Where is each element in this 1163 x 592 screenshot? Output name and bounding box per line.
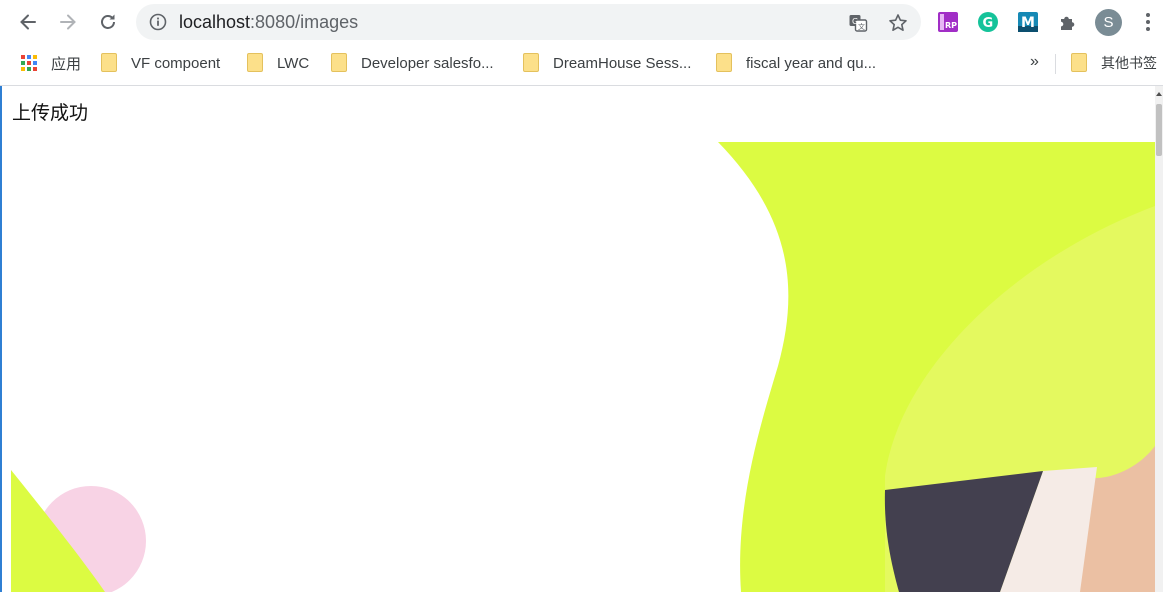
- folder-icon: [101, 52, 117, 72]
- reload-button[interactable]: [93, 7, 123, 37]
- bookmark-label: DreamHouse Sess...: [553, 54, 692, 72]
- m-extension-icon[interactable]: M: [1017, 11, 1039, 33]
- svg-text:RP: RP: [945, 21, 957, 30]
- url-host: localhost: [179, 12, 251, 32]
- bookmarks-overflow-button[interactable]: »: [1030, 53, 1039, 71]
- bookmarks-bar: 应用 VF compoent LWC Developer salesfo... …: [0, 44, 1163, 86]
- other-bookmarks-folder[interactable]: 其他书签: [1071, 52, 1157, 73]
- forward-arrow-icon: [60, 14, 76, 30]
- bookmark-label: VF compoent: [131, 54, 221, 72]
- url-path: :8080/images: [250, 12, 359, 32]
- scroll-up-arrow-icon[interactable]: [1155, 86, 1163, 100]
- bookmark-folder-vf-compoent[interactable]: VF compoent: [101, 52, 221, 73]
- window-left-edge: [0, 86, 2, 592]
- reload-icon: [101, 14, 115, 29]
- uploaded-image: [11, 142, 1155, 592]
- back-arrow-icon: [20, 14, 36, 30]
- bookmark-label: LWC: [277, 54, 310, 72]
- bookmark-folder-dreamhouse[interactable]: DreamHouse Sess...: [523, 52, 692, 73]
- back-button[interactable]: [13, 7, 43, 37]
- bookmark-label: 应用: [51, 55, 82, 73]
- extensions-puzzle-icon[interactable]: [1057, 11, 1079, 33]
- folder-icon: [247, 52, 263, 72]
- bookmark-label: Developer salesfo...: [361, 54, 494, 72]
- svg-text:文: 文: [858, 22, 865, 31]
- grammarly-extension-icon[interactable]: G: [977, 11, 999, 33]
- url-text[interactable]: localhost:8080/images: [179, 12, 358, 33]
- svg-text:M: M: [1021, 15, 1035, 31]
- bookmark-label: fiscal year and qu...: [746, 54, 877, 72]
- folder-icon: [331, 52, 347, 72]
- scrollbar-thumb[interactable]: [1156, 104, 1162, 156]
- axure-rp-extension-icon[interactable]: RP: [937, 11, 959, 33]
- bookmark-star-icon[interactable]: [888, 13, 908, 33]
- site-info-icon[interactable]: [149, 13, 167, 31]
- bookmarks-divider: [1055, 54, 1056, 74]
- folder-icon: [716, 52, 732, 72]
- svg-text:G: G: [983, 16, 994, 31]
- folder-icon: [1071, 52, 1087, 72]
- bookmark-apps[interactable]: 应用: [21, 53, 81, 73]
- apps-grid-icon: [21, 55, 37, 71]
- translate-icon[interactable]: G 文: [848, 13, 868, 33]
- address-bar[interactable]: localhost:8080/images G 文: [136, 4, 921, 40]
- bookmark-label: 其他书签: [1101, 56, 1157, 72]
- profile-avatar[interactable]: S: [1095, 9, 1122, 36]
- bookmark-folder-lwc[interactable]: LWC: [247, 52, 310, 73]
- page-content: 上传成功: [0, 86, 1155, 592]
- browser-toolbar: localhost:8080/images G 文 RP G M S: [0, 0, 1163, 44]
- browser-menu-icon[interactable]: [1139, 11, 1157, 33]
- bookmark-folder-fiscal-year[interactable]: fiscal year and qu...: [716, 52, 877, 73]
- folder-icon: [523, 52, 539, 72]
- vertical-scrollbar[interactable]: [1155, 86, 1163, 592]
- forward-button[interactable]: [53, 7, 83, 37]
- bookmark-folder-developer[interactable]: Developer salesfo...: [331, 52, 494, 73]
